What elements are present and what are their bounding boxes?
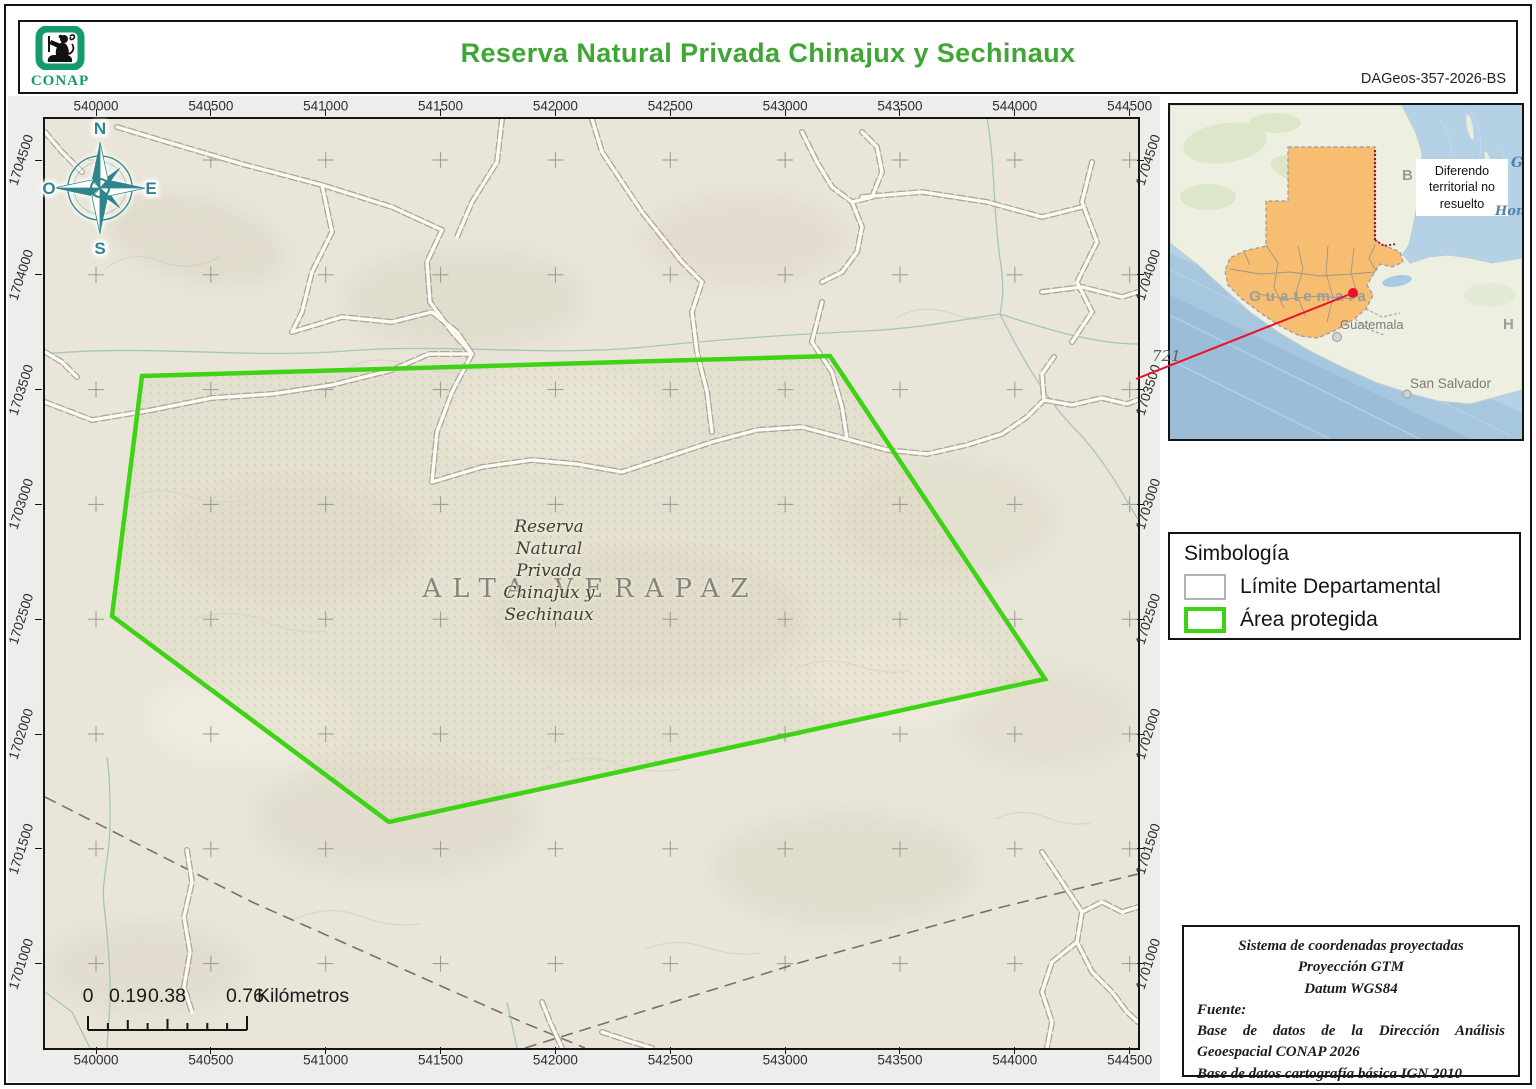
grid-tick [440,1047,442,1054]
grid-coordinate-label: 544000 [992,1052,1038,1068]
source-heading: Fuente: [1197,1001,1247,1018]
legend-title: Simbología [1184,542,1290,565]
grid-tick [554,109,556,116]
location-inset-map: B Diferendo territorial no resuelto G Ho… [1168,103,1524,441]
grid-tick [1137,159,1144,161]
scale-bar-ticks [87,1016,248,1031]
grid-tick [784,1047,786,1054]
legend-item-departmental-limit: Límite Departamental [1184,574,1505,600]
grid-tick [1137,503,1144,505]
scale-unit-label: Kilómetros [257,985,349,1007]
grid-tick [35,389,42,391]
leader-line-fragment: 721 [1152,347,1181,365]
grid-tick [325,109,327,116]
source-line-1: Base de datos de la Dirección Análisis G… [1197,1023,1505,1061]
grid-tick [784,109,786,116]
grid-tick [1014,109,1016,116]
credits-box: Sistema de coordenadas proyectadas Proye… [1182,925,1520,1082]
grid-coordinate-label: 543500 [877,1052,923,1068]
grid-coordinate-label: 540000 [73,1052,119,1068]
grid-tick [1137,963,1144,965]
conap-logo-text: CONAP [30,73,90,89]
grid-tick [1137,389,1144,391]
grid-tick [669,1047,671,1054]
grid-tick [210,1047,212,1054]
city-label-san-salvador: San Salvador [1410,376,1492,391]
legend-item-label: Área protegida [1240,608,1378,631]
grid-tick [554,1047,556,1054]
country-label-guatemala: Guatemala [1249,288,1371,305]
protected-area-label-line: Chinajux y [503,583,595,603]
grid-tick [1137,618,1144,620]
document-code: DAGeos-357-2026-BS [1360,71,1506,87]
city-label-guatemala: Guatemala [1340,317,1404,332]
scale-bar: 0 0.19 0.38 0.76 Kilómetros [83,985,349,1031]
legend: Simbología Límite Departamental Área pro… [1168,532,1521,640]
scale-label-019: 0.19 [109,985,147,1007]
departmental-limit-swatch [1184,574,1226,600]
grid-tick [1129,109,1131,116]
grid-tick [899,1047,901,1054]
protected-area-label-line: Natural [515,539,583,559]
compass-east-label: E [145,179,156,198]
datum-line: Datum WGS84 [1304,980,1398,997]
header: CONAP Reserva Natural Privada Chinajux y… [18,20,1518,94]
grid-tick [440,109,442,116]
grid-tick [1137,274,1144,276]
grid-tick [95,109,97,116]
grid-coordinate-label: 544500 [1107,1052,1153,1068]
coordinate-system-line: Sistema de coordenadas proyectadas [1238,938,1464,954]
belize-label-fragment: B [1402,167,1413,184]
protected-area-label: Reserva Natural Privada Chinajux y Sechi… [449,516,649,626]
grid-coordinate-label: 543000 [762,1052,808,1068]
honduras-label-fragment: H o [1503,316,1522,333]
grid-tick [1137,848,1144,850]
map-document: CONAP Reserva Natural Privada Chinajux y… [0,0,1536,1089]
protected-area-label-line: Reserva [514,517,584,537]
protected-area-label-line: Sechinaux [504,605,594,625]
grid-tick [210,109,212,116]
compass-west-label: O [42,179,55,198]
grid-tick [899,109,901,116]
grid-tick [35,159,42,161]
grid-coordinate-label: 542000 [532,1052,578,1068]
page-title: Reserva Natural Privada Chinajux y Sechi… [460,38,1076,68]
grid-tick [35,618,42,620]
scale-label-0: 0 [83,985,94,1007]
protected-area-swatch [1184,607,1226,633]
grid-coordinate-label: 540500 [188,1052,234,1068]
gulf-honduras-label: Hond [1495,204,1522,219]
grid-tick [35,848,42,850]
grid-coordinate-label: 541500 [418,1052,464,1068]
legend-item-label: Límite Departamental [1240,575,1441,598]
grid-coordinate-label: 542500 [647,1052,693,1068]
gulf-label-fragment: G [1511,155,1523,171]
compass-south-label: S [94,239,105,258]
grid-tick [669,109,671,116]
source-line-2: Base de datos cartografía básica IGN 201… [1197,1065,1462,1082]
protected-area-label-line: Privada [516,561,582,581]
grid-tick [325,1047,327,1054]
compass-north-label: N [94,119,106,138]
grid-tick [35,963,42,965]
grid-tick [1137,733,1144,735]
grid-tick [35,274,42,276]
grid-tick [35,733,42,735]
compass-rose: N E S O [42,118,158,258]
san-salvador-city-dot [1402,389,1412,399]
grid-coordinate-label: 541000 [303,1052,349,1068]
projection-line: Proyección GTM [1297,959,1405,976]
grid-tick [1129,1047,1131,1054]
guatemala-city-dot [1332,332,1342,342]
grid-tick [1014,1047,1016,1054]
legend-item-protected-area: Área protegida [1184,607,1505,633]
scale-label-038: 0.38 [148,985,186,1007]
grid-tick [95,1047,97,1054]
grid-tick [35,503,42,505]
